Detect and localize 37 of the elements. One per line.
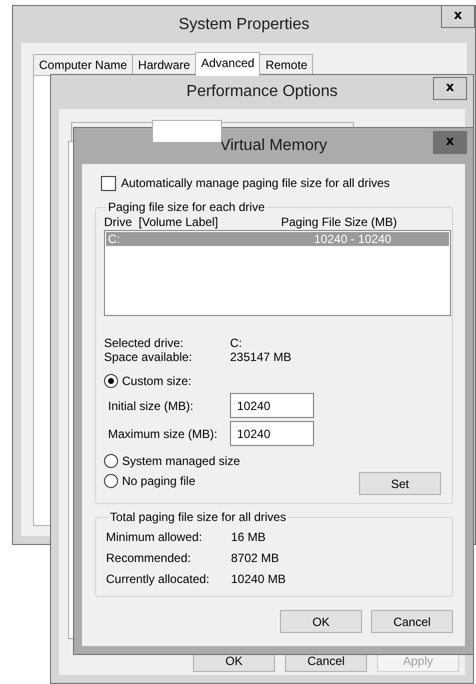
column-header: Paging File Size (MB) (281, 215, 398, 229)
close-button[interactable]: x (441, 5, 475, 28)
list-cell-text: C: (108, 232, 121, 246)
field-label: Currently allocated: (106, 572, 210, 586)
window-title: Performance Options (186, 83, 338, 101)
field-label: Minimum allowed: (106, 530, 202, 544)
list-cell: 10240 - 10240 (314, 232, 392, 246)
input-field[interactable]: 10240 (230, 393, 314, 418)
radio-button[interactable]: No paging file (104, 472, 196, 490)
field-label: Initial size (MB): (107, 398, 194, 412)
field-value: 8702 MB (231, 551, 280, 565)
column-header: Drive [Volume Label] (104, 215, 220, 229)
close-button[interactable]: x (433, 77, 467, 100)
field-value: 235147 MB (230, 350, 292, 364)
field-value: 10240 MB (231, 572, 286, 586)
tab[interactable]: Remote (259, 54, 314, 75)
button[interactable]: Cancel (371, 610, 453, 633)
radio-button[interactable]: System managed size (104, 452, 240, 470)
field-value: 16 MB (231, 530, 266, 544)
tab[interactable]: Computer Name (33, 54, 134, 75)
close-button[interactable]: x (433, 131, 467, 154)
field-label: Space available: (104, 350, 192, 364)
group-title: Paging file size for each drive (107, 200, 266, 214)
field-value: C: (230, 336, 242, 350)
button[interactable]: OK (280, 610, 362, 633)
window-title: System Properties (178, 16, 310, 34)
field-label: Recommended: (106, 551, 191, 565)
button[interactable]: Set (359, 472, 441, 495)
tab[interactable]: Advanced (195, 52, 260, 76)
group-title: Total paging file size for all drives (109, 510, 288, 524)
window-title: Virtual Memory (220, 137, 328, 155)
field-label: Maximum size (MB): (107, 426, 218, 440)
input-field[interactable]: 10240 (230, 421, 314, 446)
tab[interactable] (152, 120, 222, 142)
radio-button[interactable]: Custom size: (104, 372, 192, 390)
checkbox[interactable]: Automatically manage paging file size for all drives (101, 174, 390, 192)
field-label: Selected drive: (104, 336, 184, 350)
